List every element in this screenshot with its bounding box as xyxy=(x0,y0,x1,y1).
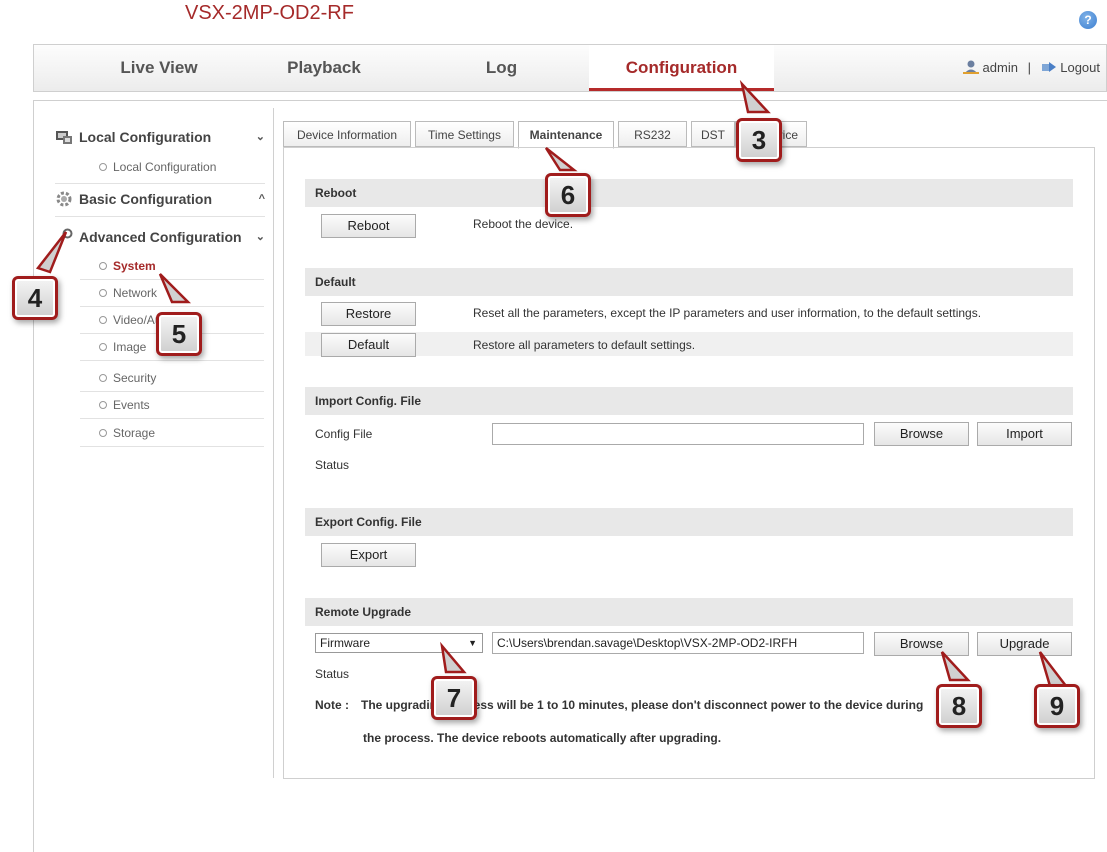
sidebar-item-local-configuration[interactable]: Local Configuration xyxy=(80,155,264,180)
bullet-icon xyxy=(99,343,107,351)
sidebar-basic-configuration-label: Basic Configuration xyxy=(79,191,213,207)
sidebar-divider xyxy=(55,216,265,217)
upgrade-button[interactable]: Upgrade xyxy=(977,632,1072,656)
sidebar-item-label: Image xyxy=(113,340,147,354)
sidebar-item-label: System xyxy=(113,259,156,273)
bullet-icon xyxy=(99,429,107,437)
default-section-title: Default xyxy=(305,268,1073,296)
sidebar-advanced-configuration[interactable]: Advanced Configuration ⌄ xyxy=(55,226,265,248)
sidebar-item-label: Events xyxy=(113,398,150,412)
bullet-icon xyxy=(99,289,107,297)
callout-3: 3 xyxy=(736,118,782,162)
upgrade-browse-button[interactable]: Browse xyxy=(874,632,969,656)
user-icon xyxy=(962,47,979,74)
bullet-icon xyxy=(99,401,107,409)
tab-maintenance[interactable]: Maintenance xyxy=(518,121,614,149)
sidebar-local-configuration[interactable]: Local Configuration ⌄ xyxy=(55,126,265,148)
restore-button[interactable]: Restore xyxy=(321,302,416,326)
callout-9: 9 xyxy=(1034,684,1080,728)
nav-tab-configuration[interactable]: Configuration xyxy=(589,45,774,91)
callout-7: 7 xyxy=(431,676,477,720)
sidebar-item-storage[interactable]: Storage xyxy=(80,421,264,447)
upgrade-file-path-input[interactable]: C:\Users\brendan.savage\Desktop\VSX-2MP-… xyxy=(492,632,864,654)
chevron-up-icon[interactable]: ^ xyxy=(259,188,265,210)
import-section-title: Import Config. File xyxy=(305,387,1073,415)
tab-dst[interactable]: DST xyxy=(691,121,735,147)
upgrade-note-line2: the process. The device reboots automati… xyxy=(363,731,722,745)
sidebar-item-system[interactable]: System xyxy=(80,254,264,280)
nav-tab-live-view[interactable]: Live View xyxy=(84,45,234,91)
logout-icon[interactable] xyxy=(1041,47,1057,72)
top-navigation: Live View Playback Log Configuration adm… xyxy=(33,44,1107,92)
upgrade-status-label: Status xyxy=(315,667,350,681)
callout-8: 8 xyxy=(936,684,982,728)
callout-4: 4 xyxy=(12,276,58,320)
local-config-icon xyxy=(55,128,73,146)
import-button[interactable]: Import xyxy=(977,422,1072,446)
bullet-icon xyxy=(99,163,107,171)
callout-6: 6 xyxy=(545,173,591,217)
callout-5: 5 xyxy=(156,312,202,356)
reboot-section-title: Reboot xyxy=(305,179,1073,207)
tab-rs232[interactable]: RS232 xyxy=(618,121,687,147)
sidebar-advanced-configuration-label: Advanced Configuration xyxy=(79,229,242,245)
logout-link[interactable]: Logout xyxy=(1060,60,1100,75)
config-file-input[interactable] xyxy=(492,423,864,445)
bullet-icon xyxy=(99,262,107,270)
bullet-icon xyxy=(99,316,107,324)
sidebar-item-security[interactable]: Security xyxy=(80,366,264,392)
reboot-description: Reboot the device. xyxy=(473,217,574,231)
sidebar-divider-vertical xyxy=(273,108,274,778)
nav-tab-playback[interactable]: Playback xyxy=(234,45,414,91)
chevron-down-icon[interactable]: ⌄ xyxy=(256,226,265,248)
sidebar-item-label: Local Configuration xyxy=(113,160,217,174)
restore-description: Reset all the parameters, except the IP … xyxy=(473,306,982,320)
sidebar-item-events[interactable]: Events xyxy=(80,393,264,419)
wrench-icon xyxy=(55,228,73,246)
default-button[interactable]: Default xyxy=(321,333,416,357)
chevron-down-icon[interactable]: ⌄ xyxy=(256,126,265,148)
sidebar-item-network[interactable]: Network xyxy=(80,281,264,307)
import-status-label: Status xyxy=(315,458,350,472)
device-title: VSX-2MP-OD2-RF xyxy=(185,2,354,24)
nav-tab-log[interactable]: Log xyxy=(414,45,589,91)
tab-time-settings[interactable]: Time Settings xyxy=(415,121,514,147)
upgrade-note-label: Note : xyxy=(315,698,349,712)
bullet-icon xyxy=(99,374,107,382)
default-description: Restore all parameters to default settin… xyxy=(473,338,696,352)
sidebar-divider xyxy=(55,183,265,184)
help-icon[interactable]: ? xyxy=(1079,11,1097,29)
dropdown-arrow-icon: ▼ xyxy=(468,638,477,648)
sidebar-basic-configuration[interactable]: Basic Configuration ^ xyxy=(55,188,265,210)
user-separator: | xyxy=(1027,60,1031,75)
sidebar-local-configuration-label: Local Configuration xyxy=(79,129,212,145)
upgrade-type-value: Firmware xyxy=(320,636,370,650)
sidebar-item-label: Security xyxy=(113,371,157,385)
username[interactable]: admin xyxy=(983,60,1018,75)
sidebar-item-label: Network xyxy=(113,286,158,300)
upgrade-section-title: Remote Upgrade xyxy=(305,598,1073,626)
sidebar-item-label: Storage xyxy=(113,426,156,440)
tab-device-information[interactable]: Device Information xyxy=(283,121,411,147)
user-area: admin | Logout xyxy=(962,45,1100,91)
upgrade-type-select[interactable]: Firmware ▼ xyxy=(315,633,483,653)
export-section-title: Export Config. File xyxy=(305,508,1073,536)
config-file-label: Config File xyxy=(315,427,373,441)
import-browse-button[interactable]: Browse xyxy=(874,422,969,446)
export-button[interactable]: Export xyxy=(321,543,416,567)
gear-icon xyxy=(55,190,73,208)
reboot-button[interactable]: Reboot xyxy=(321,214,416,238)
